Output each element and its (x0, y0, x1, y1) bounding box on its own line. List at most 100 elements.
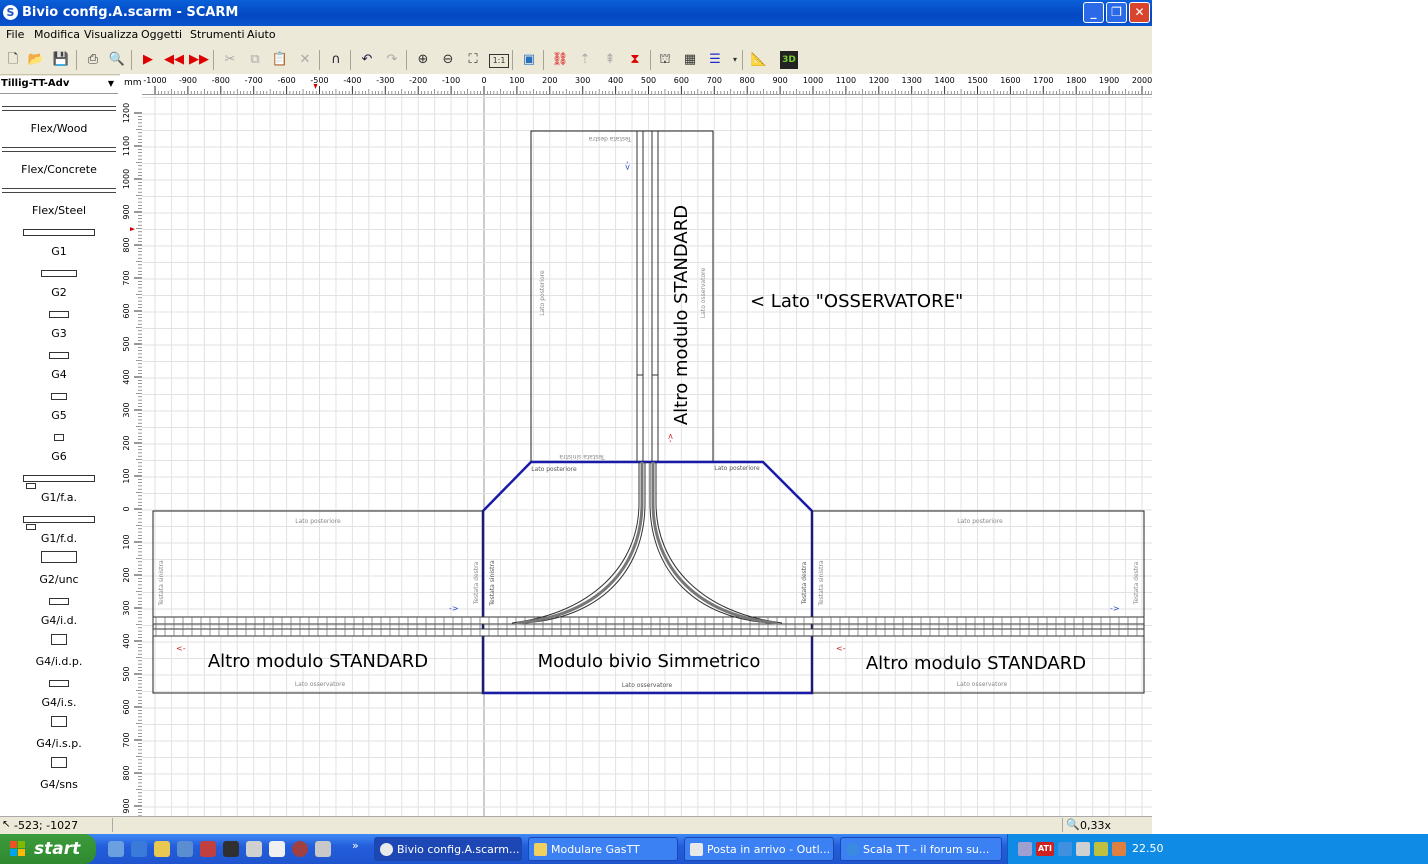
scarm-icon: S (3, 5, 18, 20)
task-forum[interactable]: Scala TT - il forum su... (840, 837, 1002, 861)
zoom-fit-icon[interactable]: ⛶ (464, 51, 482, 69)
layout-canvas[interactable]: Altro modulo STANDARD < Lato "OSSERVATOR… (142, 95, 1152, 816)
right-lato-osservatore: Lato osservatore (957, 681, 1008, 688)
height-icon[interactable]: ⇞ (601, 51, 619, 69)
library-item-g4-idp[interactable]: G4/i.d.p. (0, 655, 118, 668)
menu-file[interactable]: File (6, 28, 24, 41)
ruler-y-label: 300 (122, 402, 131, 417)
quicklaunch-app-icon[interactable] (177, 841, 193, 857)
print-icon[interactable]: ⎙ (84, 51, 102, 69)
ruler-y-label: 100 (122, 468, 131, 483)
library-item-g1-fa[interactable]: G1/f.a. (0, 491, 118, 504)
tray-app3-icon[interactable] (1112, 842, 1126, 856)
bridge-icon[interactable]: ⛫ (656, 51, 674, 69)
library-selector[interactable]: Tillig-TT-Adv ▼ (0, 76, 118, 94)
3d-view-icon[interactable]: 3D (780, 51, 798, 69)
library-item-g4[interactable]: G4 (0, 368, 118, 381)
quicklaunch-desktop-icon[interactable] (108, 841, 124, 857)
quicklaunch-doc-icon[interactable] (269, 841, 285, 857)
quicklaunch-media-icon[interactable] (223, 841, 239, 857)
save-icon[interactable]: 💾 (52, 51, 70, 69)
library-item-g6[interactable]: G6 (0, 450, 118, 463)
magnet-icon[interactable]: ∩ (327, 51, 345, 69)
layers-icon[interactable]: ☰ (706, 51, 724, 69)
ruler-x-label: 300 (575, 76, 590, 85)
start-button[interactable]: start (0, 834, 96, 864)
ruler-x-label: 1800 (1066, 76, 1086, 85)
menu-strumenti[interactable]: Strumenti (190, 28, 245, 41)
ruler-x-label: 400 (608, 76, 623, 85)
quicklaunch-app3-icon[interactable] (292, 841, 308, 857)
menu-oggetti[interactable]: Oggetti (141, 28, 182, 41)
maximize-button[interactable]: ❐ (1106, 2, 1127, 23)
height-reset-icon[interactable]: ⧗ (626, 51, 644, 69)
vertical-module-label: Altro modulo STANDARD (671, 205, 692, 425)
paste-icon[interactable]: 📋 (271, 51, 289, 69)
library-item-flex-concrete[interactable]: Flex/Concrete (0, 163, 118, 176)
quicklaunch-app4-icon[interactable] (315, 841, 331, 857)
title-bar[interactable]: S Bivio config.A.scarm - SCARM _ ❐ ✕ (0, 0, 1152, 26)
track-red-icon[interactable]: ⛓ (551, 51, 569, 69)
network-tray-icon[interactable] (1076, 842, 1090, 856)
height-up-icon[interactable]: ⇡ (576, 51, 594, 69)
menu-aiuto[interactable]: Aiuto (247, 28, 276, 41)
zoom-in-icon[interactable]: ⊕ (414, 51, 432, 69)
library-item-g5[interactable]: G5 (0, 409, 118, 422)
library-item-flex-steel[interactable]: Flex/Steel (0, 204, 118, 217)
delete-icon[interactable]: ✕ (296, 51, 314, 69)
redo-icon[interactable]: ↷ (383, 51, 401, 69)
track-connect-icon[interactable]: ▦ (681, 51, 699, 69)
ruler-x-label: -500 (310, 76, 328, 85)
menu-modifica[interactable]: Modifica (34, 28, 80, 41)
library-item-g4-isp[interactable]: G4/i.s.p. (0, 737, 118, 750)
task-scarm[interactable]: Bivio config.A.scarm... (374, 837, 522, 861)
cut-icon[interactable]: ✂ (221, 51, 239, 69)
background-image-icon[interactable]: ▣ (520, 51, 538, 69)
right-return-arrow: <- (836, 644, 846, 653)
quicklaunch-app2-icon[interactable] (200, 841, 216, 857)
ruler-x-label: 1600 (1000, 76, 1020, 85)
ati-tray-icon[interactable]: ATI (1036, 842, 1054, 856)
tray-app-icon[interactable] (1018, 842, 1032, 856)
task-modulare-gastt[interactable]: Modulare GasTT (528, 837, 678, 861)
close-button[interactable]: ✕ (1129, 2, 1150, 23)
menu-visualizza[interactable]: Visualizza (84, 28, 138, 41)
print-preview-icon[interactable]: 🔍 (108, 51, 126, 69)
library-item-g3[interactable]: G3 (0, 327, 118, 340)
library-item-g4-sns[interactable]: G4/sns (0, 778, 118, 791)
quicklaunch-more-icon[interactable]: » (352, 839, 359, 852)
vertical-ruler: 1200 1100 1000 900 800 700 600 500 400 300 200 100 0… (120, 94, 143, 816)
quicklaunch-player-icon[interactable] (246, 841, 262, 857)
library-item-g2-unc[interactable]: G2/unc (0, 573, 118, 586)
new-icon[interactable]: 🗋 (4, 51, 22, 69)
ruler-x-label: 1900 (1099, 76, 1119, 85)
measure-icon[interactable]: 📐 (750, 51, 768, 69)
zoom-level: 0,33x (1080, 819, 1112, 832)
library-item-g2[interactable]: G2 (0, 286, 118, 299)
library-item-g1-fd[interactable]: G1/f.d. (0, 532, 118, 545)
library-item-g1[interactable]: G1 (0, 245, 118, 258)
volume-tray-icon[interactable] (1058, 842, 1072, 856)
window-title: Bivio config.A.scarm - SCARM (22, 5, 239, 20)
fast-forward-icon[interactable]: ▶▶ (189, 51, 209, 69)
task-outlook[interactable]: Posta in arrivo - Outl... (684, 837, 834, 861)
undo-icon[interactable]: ↶ (358, 51, 376, 69)
rewind-icon[interactable]: ◀◀ (164, 51, 184, 69)
copy-icon[interactable]: ⧉ (246, 51, 264, 69)
track-library-panel: Tillig-TT-Adv ▼ Flex/Wood Flex/Concrete … (0, 76, 121, 816)
ruler-y-label: 800 (122, 237, 131, 252)
library-item-g4-id[interactable]: G4/i.d. (0, 614, 118, 627)
minimize-button[interactable]: _ (1083, 2, 1104, 23)
tray-app2-icon[interactable] (1094, 842, 1108, 856)
quicklaunch-outlook-icon[interactable] (154, 841, 170, 857)
library-item-flex-wood[interactable]: Flex/Wood (0, 122, 118, 135)
play-icon[interactable]: ▶ (139, 51, 157, 69)
ruler-x-label: 2000 (1132, 76, 1152, 85)
ruler-y-label: 400 (122, 369, 131, 384)
zoom-out-icon[interactable]: ⊖ (439, 51, 457, 69)
open-icon[interactable]: 📂 (27, 51, 45, 69)
zoom-1-1-icon[interactable]: 1:1 (489, 54, 509, 68)
quicklaunch-ie-icon[interactable] (131, 841, 147, 857)
ruler-y-label: 700 (122, 732, 131, 747)
library-item-g4-is[interactable]: G4/i.s. (0, 696, 118, 709)
